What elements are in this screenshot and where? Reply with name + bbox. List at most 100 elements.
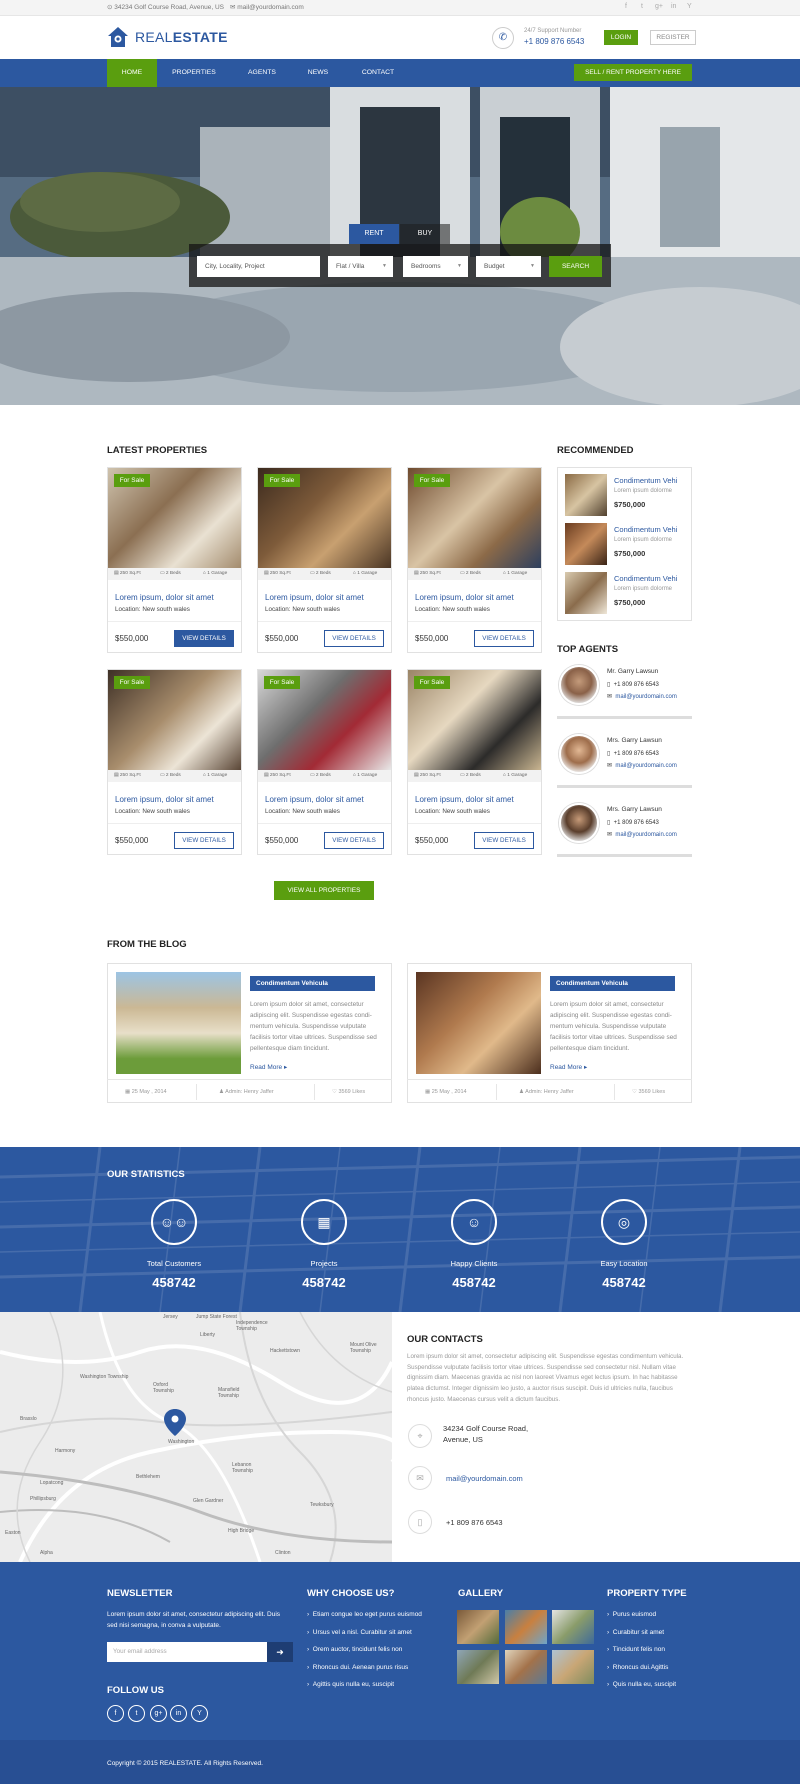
register-button[interactable]: REGISTER [650, 30, 696, 45]
read-more-link[interactable]: Read More ▸ [250, 1063, 287, 1071]
view-details-button[interactable]: VIEW DETAILS [174, 832, 234, 849]
map-label: Lebanon Township [232, 1462, 253, 1474]
blog-likes[interactable]: ♡ 3569 Likes [632, 1080, 665, 1104]
tab-buy[interactable]: BUY [400, 224, 450, 244]
location-map[interactable]: Jersey Jump State Forest Independence To… [0, 1312, 392, 1562]
view-details-button[interactable]: VIEW DETAILS [174, 630, 234, 647]
agent-name[interactable]: Mrs. Garry Lawsun [607, 806, 662, 813]
linkedin-icon[interactable]: in [170, 1705, 187, 1722]
nav-news[interactable]: NEWS [298, 59, 338, 87]
blog-post-title[interactable]: Condimentum Vehicula [250, 976, 375, 991]
gallery-image[interactable] [505, 1610, 547, 1644]
property-title[interactable]: Lorem ipsum, dolor sit amet [265, 795, 364, 804]
logo-house-icon[interactable] [107, 26, 129, 48]
logo-text[interactable]: REALESTATE [135, 29, 228, 45]
mobile-phone-icon: ▯ [408, 1510, 432, 1534]
view-details-button[interactable]: VIEW DETAILS [324, 630, 384, 647]
blog-post-title[interactable]: Condimentum Vehicula [550, 976, 675, 991]
read-more-link[interactable]: Read More ▸ [550, 1063, 587, 1071]
property-title[interactable]: Lorem ipsum, dolor sit amet [415, 795, 514, 804]
bedrooms-select[interactable]: Bedrooms ▼ [403, 256, 468, 277]
nav-home[interactable]: HOME [107, 59, 157, 87]
why-choose-link[interactable]: › Orem auctor, tincidunt felis non [307, 1646, 402, 1653]
blog-author: ♟ Admin: Henry Jaffer [219, 1089, 274, 1095]
blog-date: ▦ 25 May , 2014 [125, 1089, 167, 1095]
login-button[interactable]: LOGIN [604, 30, 638, 45]
why-choose-link[interactable]: › Rhoncus dui. Aenean purus risus [307, 1664, 408, 1671]
property-title[interactable]: Lorem ipsum, dolor sit amet [115, 795, 214, 804]
property-type-link[interactable]: › Rhoncus dui.Agittis [607, 1664, 668, 1671]
agent-avatar[interactable] [559, 665, 599, 705]
nav-contact[interactable]: CONTACT [354, 59, 402, 87]
location-label: Location: [265, 606, 291, 613]
property-title[interactable]: Lorem ipsum, dolor sit amet [115, 593, 214, 602]
agent-email-link[interactable]: mail@yourdomain.com [615, 694, 676, 700]
view-all-properties-button[interactable]: VIEW ALL PROPERTIES [274, 881, 374, 900]
logo-light: REAL [135, 29, 173, 45]
why-choose-link[interactable]: › Ursus vel a nisl. Curabitur sit amet [307, 1629, 412, 1636]
linkedin-icon[interactable]: in [671, 3, 676, 10]
page: ⊙ 34234 Golf Course Road, Avenue, US ✉ m… [0, 0, 800, 1784]
location-search-input[interactable]: City, Locality, Project [197, 256, 320, 277]
property-type-link[interactable]: › Tincidunt felis non [607, 1646, 665, 1653]
gallery-image[interactable] [457, 1610, 499, 1644]
view-details-button[interactable]: VIEW DETAILS [474, 630, 534, 647]
card-divider [108, 823, 241, 824]
twitter-icon[interactable]: t [641, 3, 643, 10]
search-button[interactable]: SEARCH [549, 256, 602, 277]
sell-rent-button[interactable]: SELL / RENT PROPERTY HERE [574, 64, 692, 81]
recommended-image[interactable] [565, 474, 607, 516]
facebook-icon[interactable]: f [625, 3, 627, 10]
nav-properties[interactable]: PROPERTIES [163, 59, 225, 87]
recommended-title-link[interactable]: Condimentum Vehi [614, 525, 677, 534]
yahoo-icon[interactable]: Y [687, 3, 692, 10]
recommended-image[interactable] [565, 572, 607, 614]
google-plus-icon[interactable]: g+ [655, 3, 663, 10]
tab-rent[interactable]: RENT [349, 224, 399, 244]
gallery-image[interactable] [552, 1650, 594, 1684]
property-type-select[interactable]: Flat / Villa ▼ [328, 256, 393, 277]
divider [196, 1084, 197, 1100]
agent-email: ✉ mail@yourdomain.com [607, 693, 677, 700]
garage-info: ⌂ 1 Garage [503, 773, 528, 778]
property-price: $550,000 [415, 836, 449, 845]
property-type-link[interactable]: › Quis nulla eu, suscipit [607, 1681, 676, 1688]
newsletter-email-input[interactable]: Your email address [107, 1642, 267, 1662]
gallery-image[interactable] [457, 1650, 499, 1684]
blog-image[interactable] [116, 972, 241, 1074]
property-type-link[interactable]: › Purus euismod [607, 1611, 656, 1618]
view-details-button[interactable]: VIEW DETAILS [324, 832, 384, 849]
agent-avatar[interactable] [559, 734, 599, 774]
blog-likes[interactable]: ♡ 3569 Likes [332, 1080, 365, 1104]
contact-email[interactable]: mail@yourdomain.com [446, 1473, 523, 1484]
google-plus-icon[interactable]: g+ [150, 1705, 167, 1722]
why-choose-link[interactable]: › Etiam congue leo eget purus euismod [307, 1611, 422, 1618]
twitter-icon[interactable]: t [128, 1705, 145, 1722]
agent-email-link[interactable]: mail@yourdomain.com [615, 832, 676, 838]
agent-avatar[interactable] [559, 803, 599, 843]
recommended-title-link[interactable]: Condimentum Vehi [614, 574, 677, 583]
property-card: For Sale ▤ 250 Sq.Ft ▭ 2 Beds ⌂ 1 Garage Lor… [257, 467, 392, 653]
property-title[interactable]: Lorem ipsum, dolor sit amet [415, 593, 514, 602]
nav-agents[interactable]: AGENTS [237, 59, 287, 87]
gallery-image[interactable] [552, 1610, 594, 1644]
agent-name[interactable]: Mrs. Garry Lawsun [607, 737, 662, 744]
facebook-icon[interactable]: f [107, 1705, 124, 1722]
top-email[interactable]: mail@yourdomain.com [237, 4, 304, 11]
budget-select[interactable]: Budget ▼ [476, 256, 541, 277]
recommended-image[interactable] [565, 523, 607, 565]
property-title[interactable]: Lorem ipsum, dolor sit amet [265, 593, 364, 602]
arrow-right-icon[interactable]: ➜ [267, 1642, 293, 1662]
agent-name[interactable]: Mr. Garry Lawsun [607, 668, 658, 675]
property-type-link[interactable]: › Curabitur sit amet [607, 1629, 664, 1636]
view-details-button[interactable]: VIEW DETAILS [474, 832, 534, 849]
gallery-image[interactable] [505, 1650, 547, 1684]
recommended-title-link[interactable]: Condimentum Vehi [614, 476, 677, 485]
why-choose-link[interactable]: › Agittis quis nulla eu, suscipit [307, 1681, 394, 1688]
yahoo-icon[interactable]: Y [191, 1705, 208, 1722]
map-label: Washington [168, 1439, 195, 1445]
blog-image[interactable] [416, 972, 541, 1074]
garage-info: ⌂ 1 Garage [503, 571, 528, 576]
agent-email-link[interactable]: mail@yourdomain.com [615, 763, 676, 769]
type-value: Flat / Villa [336, 263, 365, 270]
